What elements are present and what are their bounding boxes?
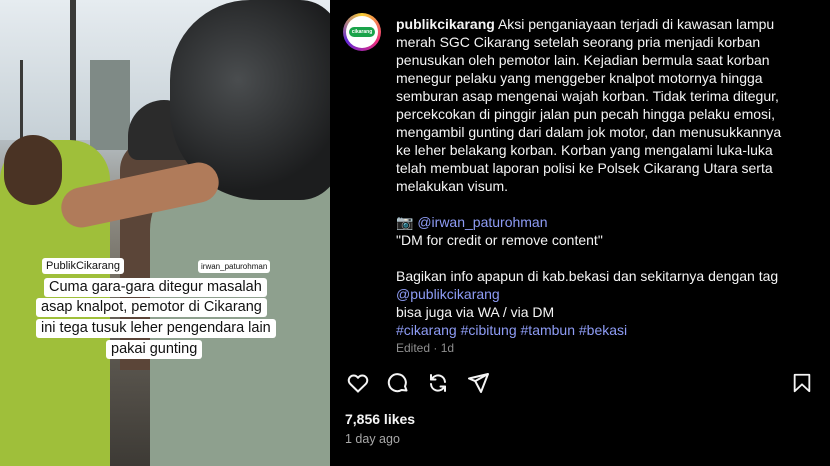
building: [90, 60, 130, 150]
info-handle-link[interactable]: @publikcikarang: [396, 285, 796, 303]
caption-tag-source: PublikCikarang: [42, 258, 124, 274]
caption-text: publikcikarang Aksi penganiayaan terjadi…: [396, 15, 796, 195]
edited-label: Edited · 1d: [396, 341, 455, 355]
hashtags[interactable]: #cikarang #cibitung #tambun #bekasi: [396, 321, 796, 339]
street-pole: [70, 0, 76, 150]
post-viewer: PublikCikarang irwan_paturohman Cuma gar…: [0, 0, 830, 466]
avatar-logo: cikarang: [349, 27, 375, 37]
action-bar: [344, 369, 814, 397]
credit-line: 📷 @irwan_paturohman: [396, 213, 796, 231]
comment-icon[interactable]: [384, 369, 412, 397]
caption-line: pakai gunting: [106, 340, 203, 359]
credit-handle-link[interactable]: @irwan_paturohman: [417, 214, 547, 230]
bookmark-icon[interactable]: [788, 369, 816, 397]
info-contact: bisa juga via WA / via DM: [396, 304, 555, 320]
caption-body: Aksi penganiayaan terjadi di kawasan lam…: [396, 16, 782, 194]
credit-note: "DM for credit or remove content": [396, 232, 603, 248]
caption-line: ini tega tusuk leher pengendara lain: [36, 319, 276, 338]
caption-line: asap knalpot, pemotor di Cikarang: [36, 298, 267, 317]
send-icon[interactable]: [464, 369, 492, 397]
post-media[interactable]: PublikCikarang irwan_paturohman Cuma gar…: [0, 0, 330, 466]
person-left-head: [4, 135, 62, 205]
post-timestamp[interactable]: 1 day ago: [345, 432, 400, 446]
repost-icon[interactable]: [424, 369, 452, 397]
info-text: Bagikan info apapun di kab.bekasi dan se…: [396, 268, 779, 284]
caption-line: Cuma gara-gara ditegur masalah: [44, 278, 267, 297]
avatar[interactable]: cikarang: [343, 13, 381, 51]
person-right: [150, 170, 330, 466]
caption-tag-credit: irwan_paturohman: [198, 260, 271, 273]
caption-area: publikcikarang Aksi penganiayaan terjadi…: [396, 15, 796, 355]
camera-emoji-icon: 📷: [396, 214, 414, 230]
username-link[interactable]: publikcikarang: [396, 16, 495, 32]
heart-icon[interactable]: [344, 369, 372, 397]
avatar-image: cikarang: [346, 16, 378, 48]
likes-count[interactable]: 7,856 likes: [345, 411, 415, 427]
